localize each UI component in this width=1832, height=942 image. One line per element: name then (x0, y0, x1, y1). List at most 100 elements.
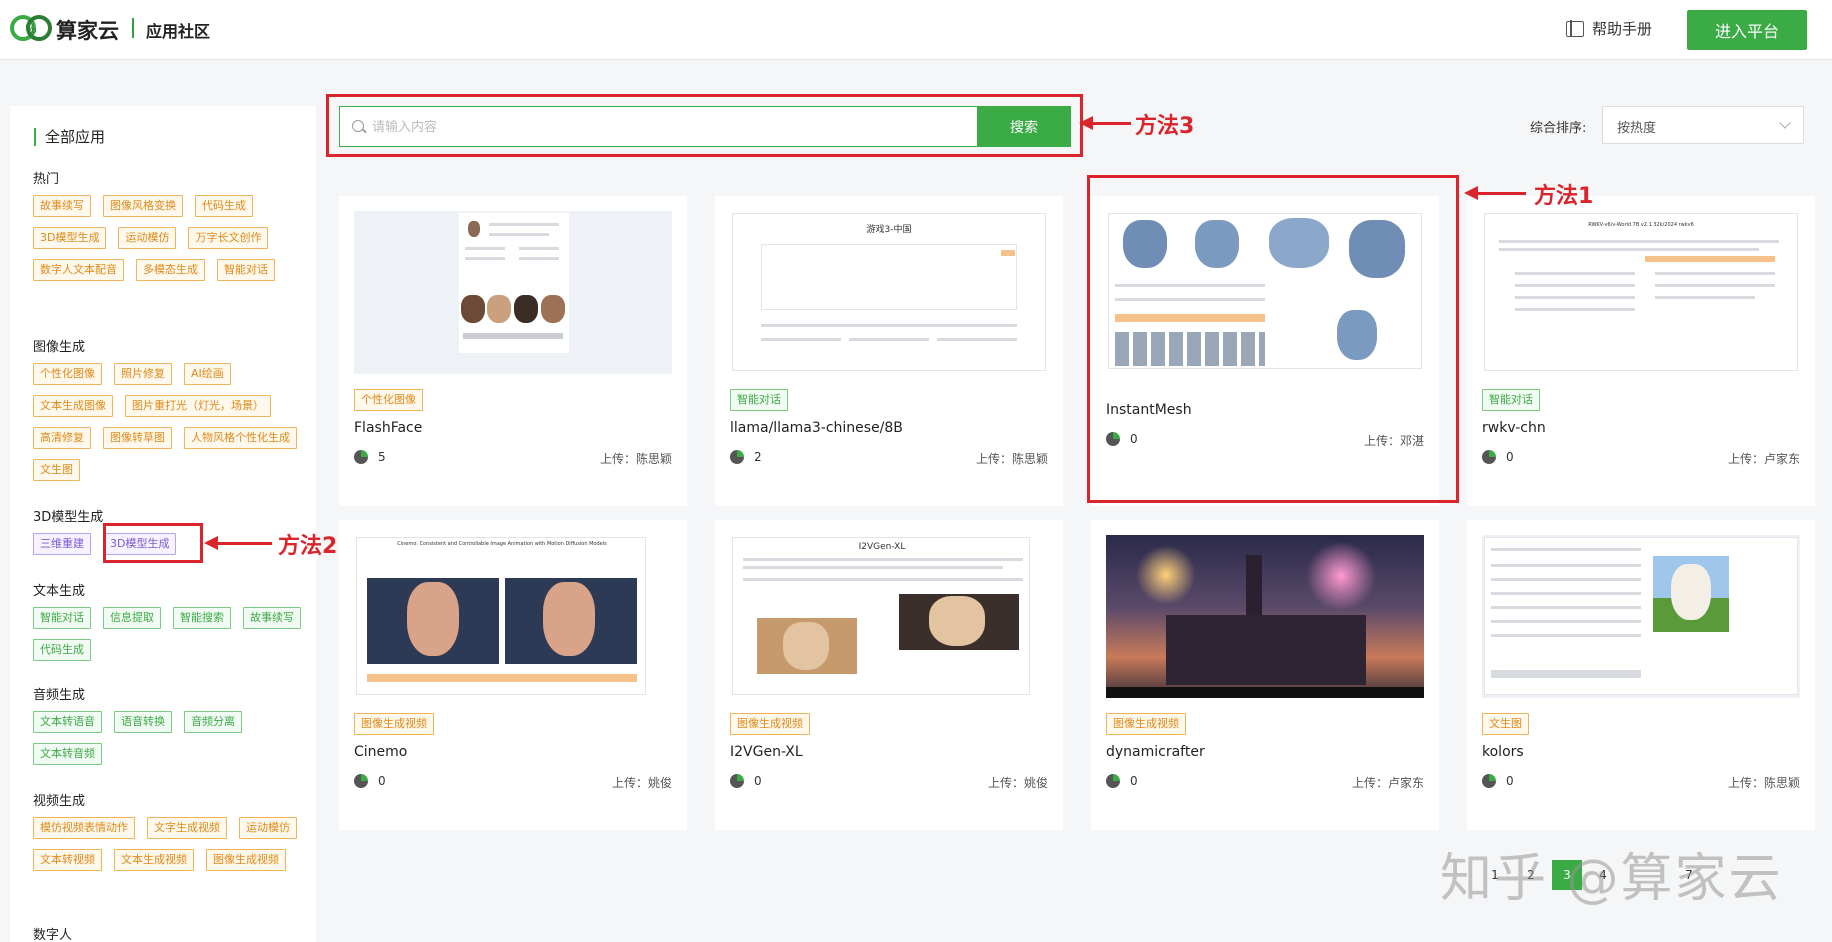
section-image-gen: 图像生成 个性化图像 照片修复 AI绘画 文本生成图像 图片重打光（灯光，场景）… (33, 336, 313, 481)
tag-face-motion[interactable]: 模仿视频表情动作 (33, 817, 135, 839)
card-title[interactable]: kolors (1482, 744, 1524, 760)
annotation-method-1: 方法1 (1534, 184, 1594, 209)
app-card-llama3[interactable]: 游戏3-中国 智能对话 llama/llama3-chinese/8B 2 上传… (715, 196, 1063, 506)
help-manual-link[interactable]: 帮助手册 (1566, 18, 1652, 39)
tag-3d-model[interactable]: 3D模型生成 (33, 227, 107, 249)
tag-chat[interactable]: 智能对话 (217, 259, 275, 281)
usage-value: 0 (1506, 450, 1514, 464)
sort-value: 按热度 (1617, 121, 1657, 136)
tag-multimodal[interactable]: 多模态生成 (136, 259, 205, 281)
card-tag[interactable]: 智能对话 (1482, 389, 1540, 411)
tag-portrait-style[interactable]: 人物风格个性化生成 (184, 427, 297, 449)
tag-text-to-audio[interactable]: 文本转音频 (33, 743, 102, 765)
usage-value: 2 (754, 450, 762, 464)
app-card-kolors[interactable]: 文生图 kolors 0 上传：陈思颖 (1467, 520, 1815, 830)
tag-story-continue[interactable]: 故事续写 (243, 607, 301, 629)
card-title[interactable]: dynamicrafter (1106, 744, 1205, 760)
tag-chat[interactable]: 智能对话 (33, 607, 91, 629)
app-card-dynamicrafter[interactable]: 图像生成视频 dynamicrafter 0 上传：卢家东 (1091, 520, 1439, 830)
card-thumbnail[interactable] (1106, 535, 1424, 698)
tag-tts[interactable]: 文本转语音 (33, 711, 102, 733)
enter-platform-button[interactable]: 进入平台 (1687, 10, 1807, 50)
tag-photo-restore[interactable]: 照片修复 (114, 363, 172, 385)
annotation-arrow-2 (204, 536, 272, 550)
tag-code-gen[interactable]: 代码生成 (195, 195, 253, 217)
tag-text-gen-video[interactable]: 文本生成视频 (114, 849, 194, 871)
card-thumbnail[interactable] (354, 211, 672, 374)
card-tag[interactable]: 文生图 (1482, 713, 1529, 735)
watermark: 知乎 @算家云 (1440, 849, 1783, 909)
card-thumbnail[interactable]: I2VGen-XL (730, 535, 1048, 698)
uploader: 上传：姚俊 (987, 776, 1048, 790)
tag-code-gen[interactable]: 代码生成 (33, 639, 91, 661)
thumb-title: 游戏3-中国 (866, 225, 912, 235)
usage-value: 5 (378, 450, 386, 464)
usage-count: 2 (730, 450, 762, 464)
uploader: 上传：卢家东 (1351, 776, 1424, 790)
tag-audio-separate[interactable]: 音频分离 (184, 711, 242, 733)
tag-ai-painting[interactable]: AI绘画 (184, 363, 231, 385)
section-heading: 文本生成 (33, 584, 86, 599)
app-card-flashface[interactable]: 个性化图像 FlashFace 5 上传：陈思颖 (339, 196, 687, 506)
app-card-cinemo[interactable]: Cinemo: Consistent and Controllable Imag… (339, 520, 687, 830)
tag-image-to-sketch[interactable]: 图像转草图 (103, 427, 172, 449)
card-title[interactable]: FlashFace (354, 420, 422, 436)
tag-text-video[interactable]: 文本转视频 (33, 849, 102, 871)
card-tag[interactable]: 智能对话 (730, 389, 788, 411)
top-header: % 算家云 应用社区 帮助手册 进入平台 (0, 0, 1832, 60)
tag-image-style[interactable]: 图像风格变换 (103, 195, 183, 217)
tag-voice-convert[interactable]: 语音转换 (114, 711, 172, 733)
sort-select[interactable]: 按热度 (1602, 106, 1804, 144)
all-apps-title[interactable]: 全部应用 (34, 128, 105, 146)
thumb-title: RWKV-v6/v-World 7B v2.1 32k/2024 rwkv6 (1588, 222, 1694, 228)
card-tag[interactable]: 图像生成视频 (1106, 713, 1186, 735)
tag-image-to-video[interactable]: 图像生成视频 (206, 849, 286, 871)
usage-count: 0 (1482, 450, 1514, 464)
svg-text:%: % (25, 22, 36, 36)
brand-name[interactable]: 算家云 (56, 15, 119, 45)
section-heading: 音频生成 (33, 688, 86, 703)
section-hot: 热门 故事续写 图像风格变换 代码生成 3D模型生成 运动模仿 万字长文创作 数… (33, 168, 313, 281)
usage-count: 5 (354, 450, 386, 464)
thumb-screenshot: 游戏3-中国 (732, 213, 1046, 371)
card-thumbnail[interactable]: 游戏3-中国 (730, 211, 1048, 374)
card-title[interactable]: Cinemo (354, 744, 407, 760)
usage-pie-icon (1106, 774, 1120, 788)
tag-digital-human-dub[interactable]: 数字人文本配音 (33, 259, 124, 281)
tag-story-continue[interactable]: 故事续写 (33, 195, 91, 217)
tag-hd-restore[interactable]: 高清修复 (33, 427, 91, 449)
tag-text-to-image[interactable]: 文本生成图像 (33, 395, 113, 417)
app-card-i2vgen[interactable]: I2VGen-XL 图像生成视频 I2VGen-XL 0 上传：姚俊 (715, 520, 1063, 830)
tag-smart-search[interactable]: 智能搜索 (173, 607, 231, 629)
tag-wen-sheng-tu[interactable]: 文生图 (33, 459, 80, 481)
tag-motion-mimic[interactable]: 运动模仿 (239, 817, 297, 839)
card-title[interactable]: rwkv-chn (1482, 420, 1546, 436)
card-thumbnail[interactable] (1482, 535, 1800, 698)
usage-pie-icon (1482, 774, 1496, 788)
usage-value: 0 (1130, 774, 1138, 788)
card-thumbnail[interactable]: RWKV-v6/v-World 7B v2.1 32k/2024 rwkv6 (1482, 211, 1800, 374)
brand-subtitle: 应用社区 (146, 22, 211, 41)
app-card-rwkv[interactable]: RWKV-v6/v-World 7B v2.1 32k/2024 rwkv6 智… (1467, 196, 1815, 506)
annotation-box-tag (103, 523, 203, 563)
card-title[interactable]: I2VGen-XL (730, 744, 803, 760)
tag-3d-reconstruct[interactable]: 三维重建 (33, 533, 91, 555)
section-heading: 图像生成 (33, 340, 86, 355)
uploader: 上传：姚俊 (611, 776, 672, 790)
thumb-screenshot: Cinemo: Consistent and Controllable Imag… (356, 537, 646, 695)
card-tag[interactable]: 图像生成视频 (354, 713, 434, 735)
tag-motion-mimic[interactable]: 运动模仿 (118, 227, 177, 249)
card-thumbnail[interactable]: Cinemo: Consistent and Controllable Imag… (354, 535, 672, 698)
usage-pie-icon (354, 450, 368, 464)
tag-long-text[interactable]: 万字长文创作 (188, 227, 269, 249)
tag-personalized-image[interactable]: 个性化图像 (33, 363, 102, 385)
card-tag[interactable]: 个性化图像 (354, 389, 423, 411)
section-heading: 视频生成 (33, 794, 86, 809)
tag-text-to-video[interactable]: 文字生成视频 (147, 817, 227, 839)
tag-relight[interactable]: 图片重打光（灯光，场景） (125, 395, 271, 417)
usage-pie-icon (730, 450, 744, 464)
card-tag[interactable]: 图像生成视频 (730, 713, 810, 735)
help-manual-label: 帮助手册 (1592, 20, 1653, 38)
card-title[interactable]: llama/llama3-chinese/8B (730, 420, 903, 436)
tag-info-extract[interactable]: 信息提取 (103, 607, 161, 629)
